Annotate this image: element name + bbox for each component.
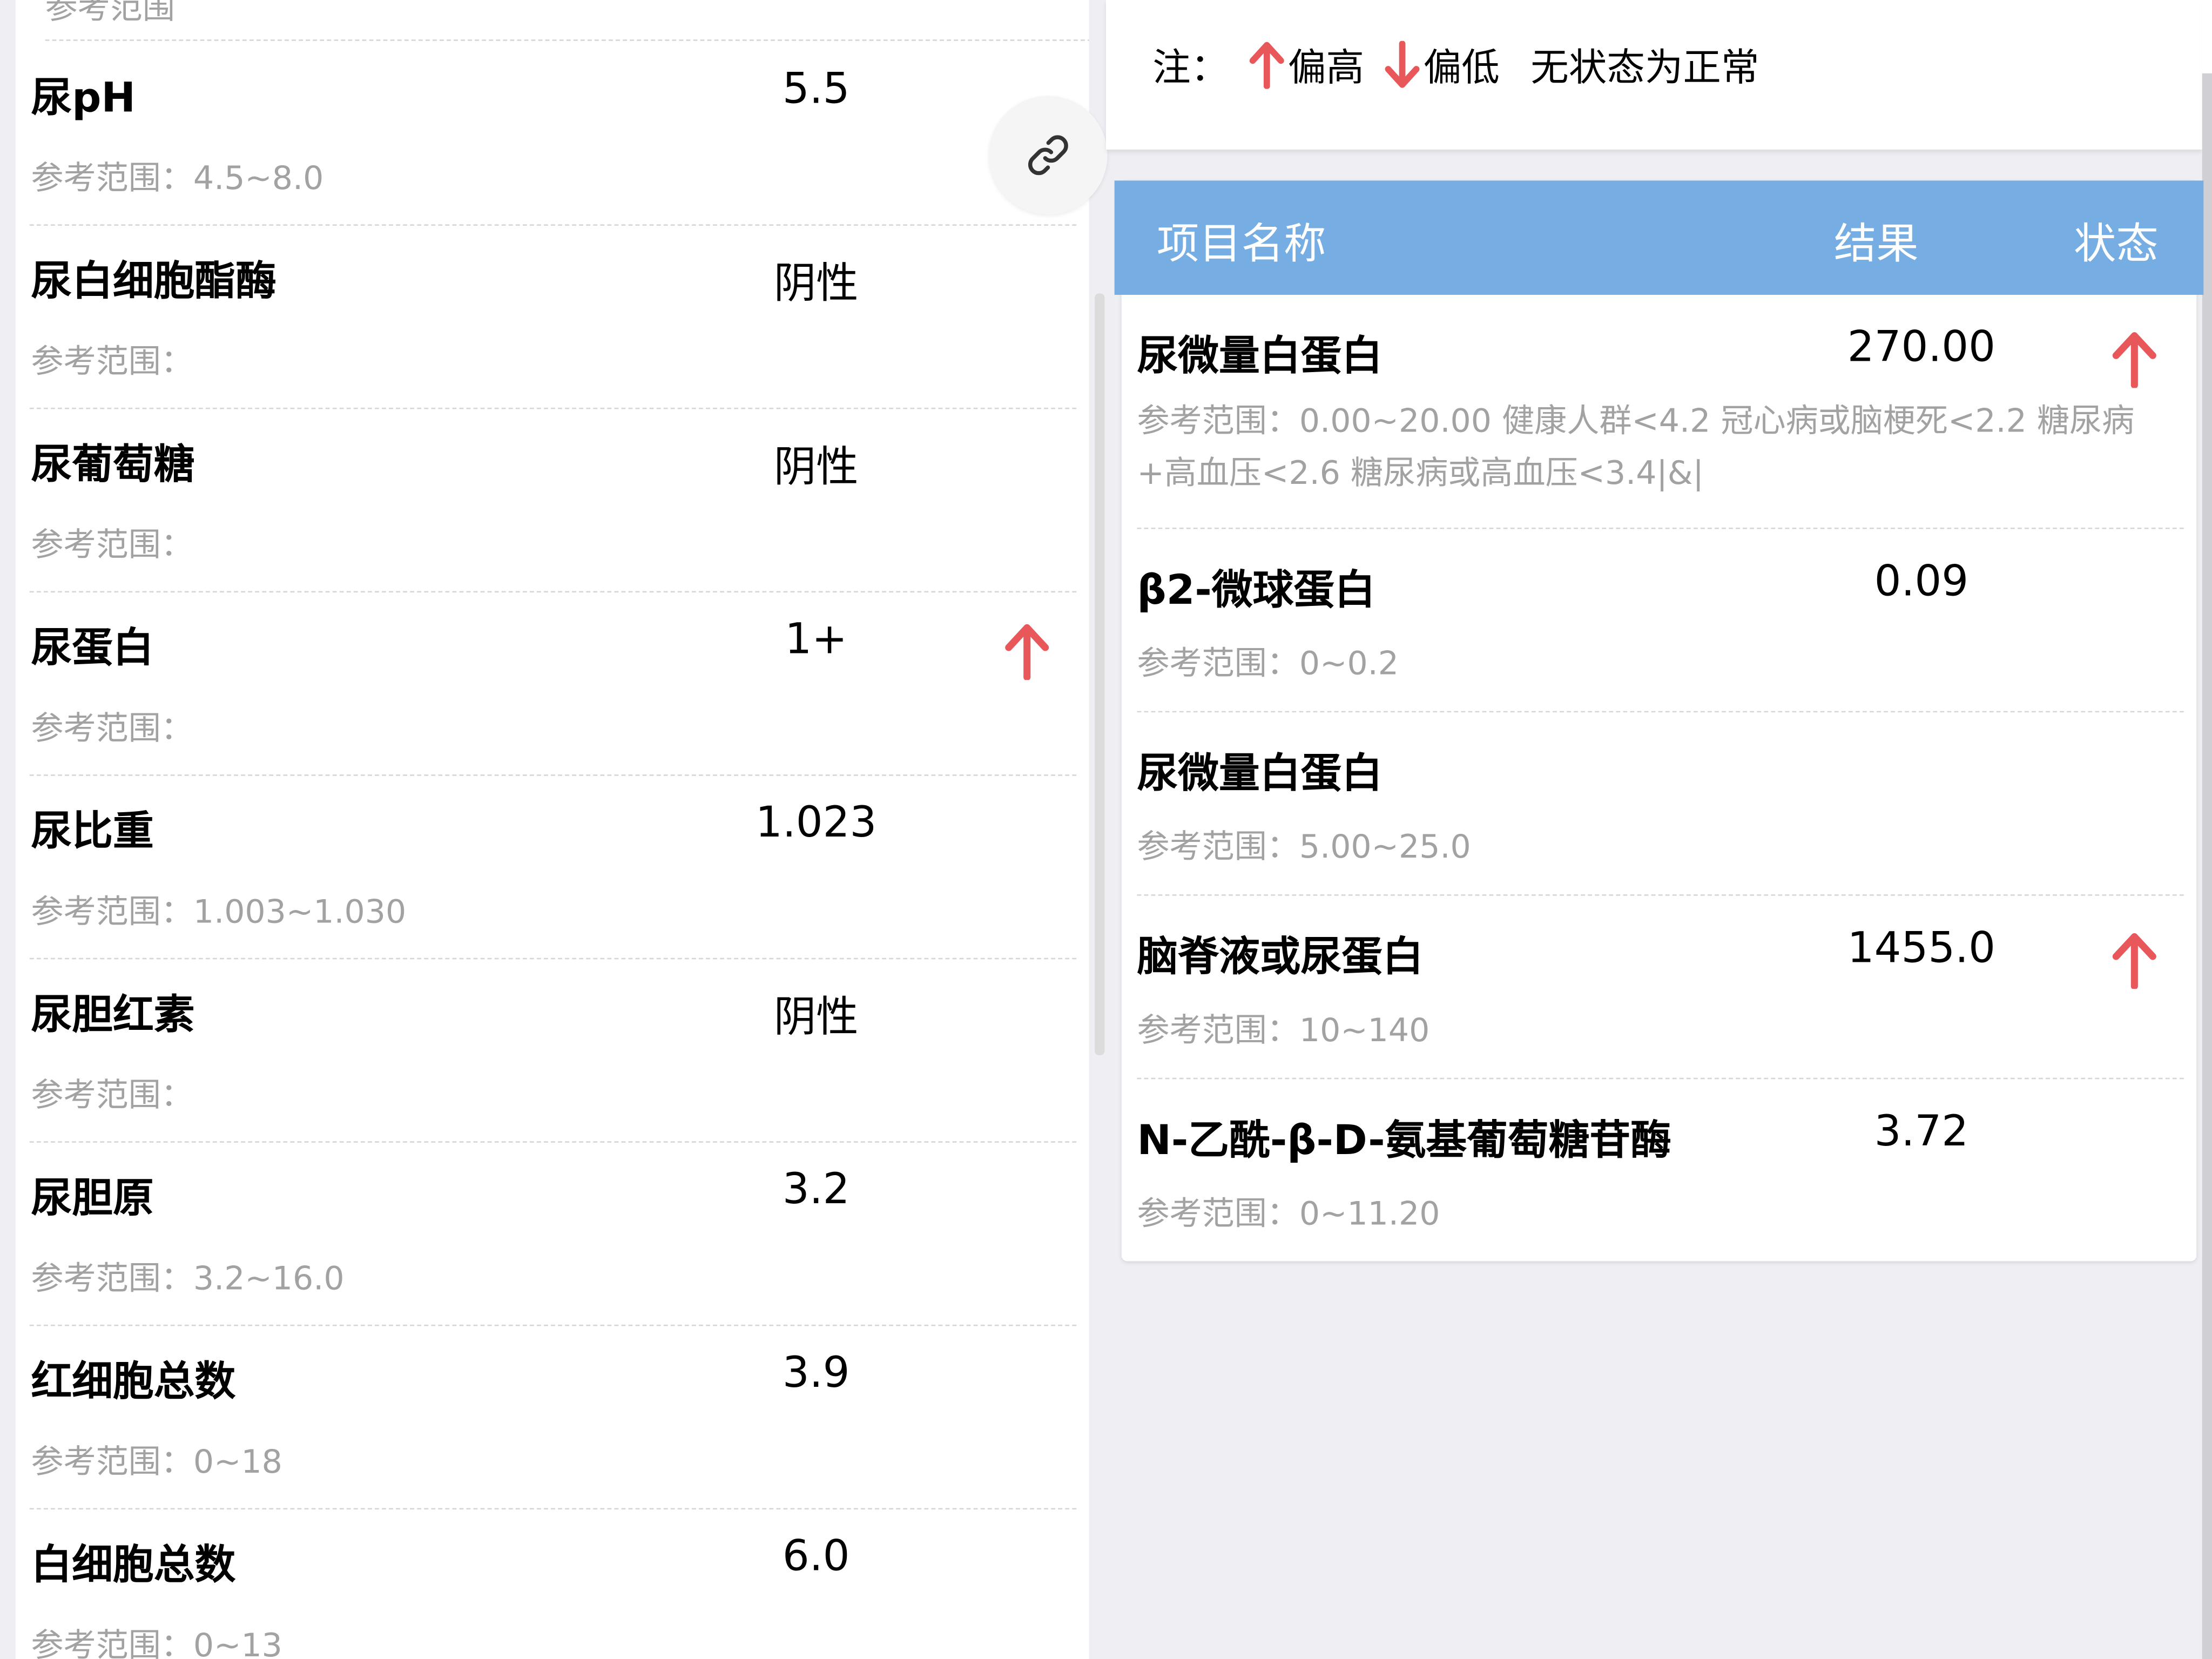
- arrow-down-icon: [1385, 40, 1420, 87]
- clipped-ref-text: 参考范围: [45, 0, 175, 27]
- result-row-white-cell-count[interactable]: 白细胞总数 6.0 参考范围：0~13: [30, 1509, 1076, 1659]
- item-value: 阴性: [773, 443, 859, 493]
- results-table-card: 项目名称 结果 状态 尿微量白蛋白 270.00 参考范围：0.00~20.00…: [1114, 180, 2204, 1262]
- legend-normal-note: 无状态为正常: [1530, 46, 1759, 91]
- item-name: 尿微量白蛋白: [1137, 749, 1383, 797]
- result-row-red-cell-count[interactable]: 红细胞总数 3.9 参考范围：0~18: [29, 1326, 1077, 1510]
- item-name: 红细胞总数: [31, 1357, 236, 1405]
- item-name: 尿胆原: [31, 1174, 154, 1222]
- item-value: 3.72: [1874, 1107, 1969, 1157]
- table-header: 项目名称 结果 状态: [1114, 180, 2204, 295]
- item-value: 阴性: [773, 993, 859, 1043]
- item-reference-range: 参考范围：0~18: [31, 1444, 282, 1481]
- legend-high: 偏高: [1229, 37, 1364, 92]
- item-reference-range: 参考范围：: [31, 1077, 193, 1115]
- arrow-up-icon: [2112, 933, 2156, 989]
- item-value: 1.023: [755, 798, 877, 848]
- legend-card: 注： 偏高 偏低 无状态为正常: [1106, 0, 2202, 150]
- item-name: N-乙酰-β-D-氨基葡萄糖苷酶: [1137, 1116, 1671, 1164]
- item-reference-range: 参考范围：0~13: [31, 1628, 282, 1659]
- item-value: 3.9: [782, 1348, 850, 1398]
- item-reference-range: 参考范围：4.5~8.0: [31, 160, 324, 198]
- item-value: 6.0: [782, 1532, 850, 1582]
- item-value: 1455.0: [1847, 924, 1995, 974]
- result-row-urobilinogen[interactable]: 尿胆原 3.2 参考范围：3.2~16.0: [29, 1143, 1077, 1326]
- table-row[interactable]: β2-微球蛋白 0.09 参考范围：0~0.2: [1137, 529, 2184, 713]
- item-value: 1+: [785, 615, 847, 665]
- item-name: 尿pH: [31, 73, 136, 122]
- item-reference-range: 参考范围：0~0.2: [1137, 646, 1399, 683]
- item-value: 270.00: [1847, 323, 1995, 373]
- left-scrollbar[interactable]: [1095, 293, 1105, 1055]
- result-row-specific-gravity[interactable]: 尿比重 1.023 参考范围：1.003~1.030: [29, 776, 1077, 960]
- lab-report-screen: 参考范围 尿pH 5.5 参考范围：4.5~8.0 尿白细胞酯酶 阴性 参考范围…: [0, 0, 2212, 1659]
- link-icon: [1028, 135, 1068, 176]
- header-result: 结果: [1833, 220, 1919, 269]
- legend-low: 偏低: [1364, 37, 1500, 92]
- legend-note-label: 注：: [1152, 46, 1229, 91]
- result-row-urine-ph[interactable]: 尿pH 5.5 参考范围：4.5~8.0: [29, 42, 1077, 226]
- item-reference-range: 参考范围：1.003~1.030: [31, 894, 407, 932]
- arrow-up-icon: [1249, 41, 1284, 89]
- link-button[interactable]: [989, 96, 1108, 215]
- arrow-up-icon: [1005, 624, 1049, 680]
- left-results-panel[interactable]: 参考范围 尿pH 5.5 参考范围：4.5~8.0 尿白细胞酯酶 阴性 参考范围…: [15, 0, 1089, 1659]
- item-reference-range: 参考范围：3.2~16.0: [31, 1261, 345, 1298]
- arrow-up-icon: [2112, 332, 2156, 388]
- item-name: 尿微量白蛋白: [1137, 331, 1383, 380]
- result-row-urine-protein[interactable]: 尿蛋白 1+ 参考范围：: [29, 592, 1077, 776]
- item-value: 0.09: [1874, 557, 1969, 607]
- item-reference-range: 参考范围：5.00~25.0: [1137, 830, 1471, 866]
- item-name: β2-微球蛋白: [1137, 565, 1375, 614]
- item-value: 阴性: [773, 259, 859, 309]
- item-reference-range: 参考范围：0~11.20: [1137, 1196, 1440, 1233]
- table-row[interactable]: 尿微量白蛋白 参考范围：5.00~25.0: [1137, 712, 2184, 896]
- row-divider: [45, 39, 1089, 41]
- status-legend: 注： 偏高 偏低 无状态为正常: [1152, 37, 1759, 92]
- right-scrollbar[interactable]: [2202, 73, 2212, 1659]
- table-row[interactable]: 尿微量白蛋白 270.00 参考范围：0.00~20.00 健康人群<4.2 冠…: [1137, 295, 2184, 529]
- result-row-leukocyte-esterase[interactable]: 尿白细胞酯酶 阴性 参考范围：: [29, 226, 1077, 409]
- table-row[interactable]: N-乙酰-β-D-氨基葡萄糖苷酶 3.72 参考范围：0~11.20: [1137, 1079, 2183, 1261]
- legend-low-label: 偏低: [1423, 46, 1500, 91]
- item-name: 尿胆红素: [31, 990, 195, 1038]
- item-name: 尿比重: [31, 807, 154, 855]
- item-reference-range: 参考范围：: [31, 711, 193, 748]
- result-row-urine-bilirubin[interactable]: 尿胆红素 阴性 参考范围：: [29, 959, 1077, 1143]
- item-name: 尿蛋白: [31, 623, 154, 672]
- item-name: 白细胞总数: [31, 1540, 236, 1589]
- result-row-urine-glucose[interactable]: 尿葡萄糖 阴性 参考范围：: [29, 409, 1077, 593]
- header-item-name: 项目名称: [1157, 220, 1326, 269]
- legend-high-label: 偏高: [1287, 46, 1365, 91]
- header-status: 状态: [2074, 220, 2159, 269]
- item-reference-range: 参考范围：: [31, 344, 193, 381]
- item-name: 脑脊液或尿蛋白: [1137, 932, 1424, 981]
- table-row[interactable]: 脑脊液或尿蛋白 1455.0 参考范围：10~140: [1137, 896, 2184, 1080]
- item-name: 尿葡萄糖: [31, 440, 195, 488]
- item-reference-range: 参考范围：10~140: [1137, 1013, 1430, 1050]
- item-name: 尿白细胞酯酶: [31, 257, 277, 305]
- item-value: 3.2: [782, 1165, 850, 1215]
- item-reference-range: 参考范围：: [31, 527, 193, 564]
- item-reference-range: 参考范围：0.00~20.00 健康人群<4.2 冠心病或脑梗死<2.2 糖尿病…: [1137, 403, 2135, 493]
- item-value: 5.5: [782, 65, 850, 114]
